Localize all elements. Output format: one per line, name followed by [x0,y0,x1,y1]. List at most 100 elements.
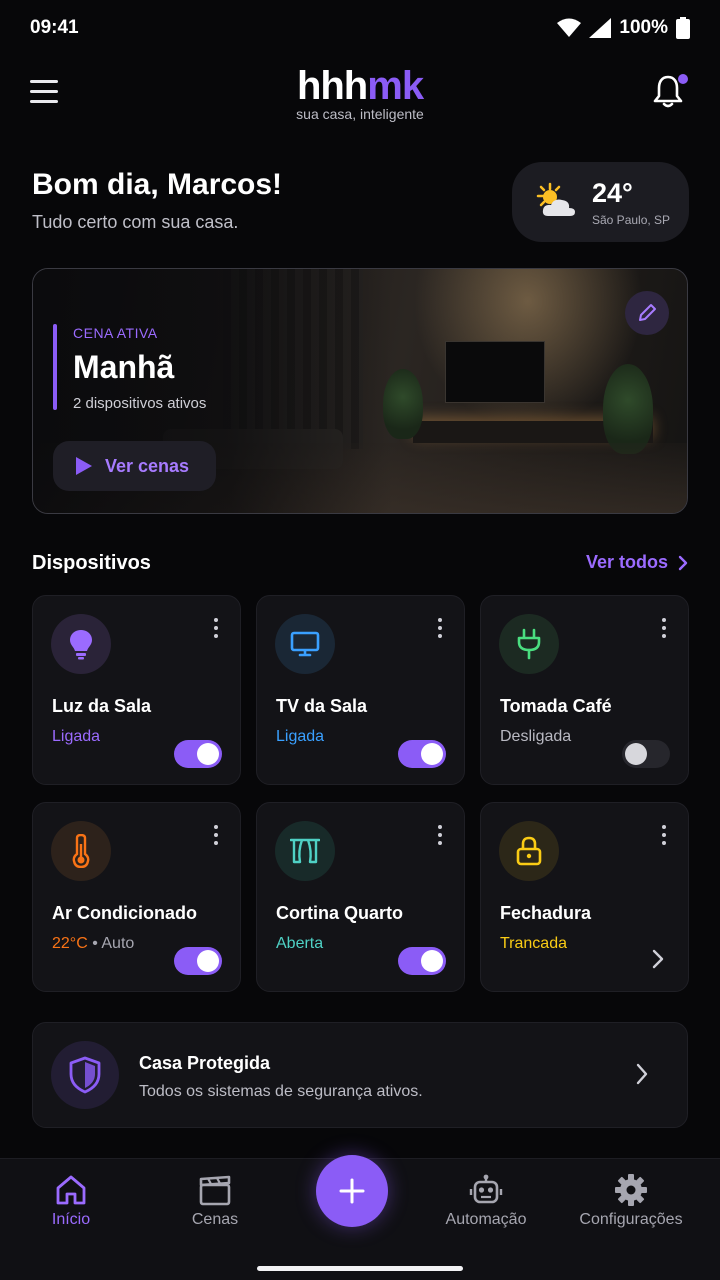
nav-label: Configurações [579,1211,683,1228]
device-toggle[interactable] [174,947,222,975]
logo-part1: hhh [296,64,368,108]
device-icon-wrap [499,821,559,881]
active-scene-card[interactable]: CENA ATIVA Manhã 2 dispositivos ativos V… [32,268,688,514]
devices-header: Dispositivos Ver todos [32,552,688,578]
chevron-right-icon [636,1063,648,1085]
wifi-icon [557,18,582,37]
thermometer-icon [72,834,90,868]
nav-item-cenas[interactable]: Cenas [140,1173,290,1229]
weather-info: 24° São Paulo, SP [592,178,670,227]
device-card-cortina-quarto[interactable]: Cortina Quarto Aberta [256,802,465,992]
device-more-button[interactable] [214,618,220,642]
nav-label: Cenas [191,1211,239,1228]
scene-accent-bar [53,324,57,410]
scene-image-tv [445,341,545,403]
device-name: Ar Condicionado [52,903,197,923]
device-status: Trancada [500,935,567,952]
logo-tagline: sua casa, inteligente [296,106,424,122]
device-card-tv-da-sala[interactable]: TV da Sala Ligada [256,595,465,785]
device-status: 22°C [52,935,88,952]
device-icon-wrap [51,821,111,881]
view-all-label: Ver todos [585,552,668,572]
edit-scene-button[interactable] [625,291,669,335]
scene-devices-count: 2 dispositivos ativos [73,395,207,412]
device-more-button[interactable] [438,825,444,849]
view-all-link[interactable]: Ver todos [586,552,688,573]
view-scenes-button[interactable]: Ver cenas [53,441,216,491]
home-icon [56,1175,86,1205]
device-icon-wrap [499,614,559,674]
nav-label: Automação [445,1211,527,1228]
weather-temperature: 24° [592,177,633,208]
device-toggle[interactable] [398,740,446,768]
security-icon-wrap [51,1041,119,1109]
device-card-ar-condicionado[interactable]: Ar Condicionado 22°C • Auto [32,802,241,992]
device-icon-wrap [275,821,335,881]
device-name: TV da Sala [276,696,368,716]
status-bar: 09:41 100% [0,0,720,56]
device-status-extra: • Auto [92,935,135,952]
security-card[interactable]: Casa Protegida Todos os sistemas de segu… [32,1022,688,1128]
greeting: Bom dia, Marcos! Tudo certo com sua casa… [32,168,282,233]
device-name: Tomada Café [500,696,612,716]
signal-icon [589,18,612,38]
view-scenes-label: Ver cenas [105,455,190,476]
nav-item-configuracoes[interactable]: Configurações [556,1173,706,1229]
bottom-nav: Início Cenas Automação Configurações [0,1155,720,1280]
lock-icon [516,836,542,866]
device-more-button[interactable] [214,825,220,849]
gear-icon [615,1174,647,1206]
device-card-fechadura[interactable]: Fechadura Trancada [480,802,689,992]
device-name: Luz da Sala [52,696,152,716]
device-status: Desligada [500,728,572,745]
weather-widget[interactable]: 24° São Paulo, SP [512,162,689,242]
plug-icon [517,628,541,660]
status-time: 09:41 [30,17,79,38]
device-more-button[interactable] [438,618,444,642]
pencil-icon [639,304,656,321]
chevron-right-icon [678,555,688,570]
security-title: Casa Protegida [139,1053,271,1073]
chevron-right-icon[interactable] [652,949,664,969]
nav-item-inicio[interactable]: Início [0,1173,146,1229]
device-card-luz-da-sala[interactable]: Luz da Sala Ligada [32,595,241,785]
device-status: Ligada [52,728,101,745]
nav-item-automacao[interactable]: Automação [411,1173,561,1229]
app-logo: hhhmk sua casa, inteligente [0,64,720,122]
scene-name: Manhã [73,349,175,385]
partly-cloudy-icon [536,182,575,216]
device-more-button[interactable] [662,825,668,849]
robot-icon [469,1174,503,1204]
device-name: Cortina Quarto [276,903,404,923]
device-toggle[interactable] [174,740,222,768]
device-more-button[interactable] [662,618,668,642]
device-card-tomada-cafe[interactable]: Tomada Café Desligada [480,595,689,785]
plus-icon [339,1178,365,1204]
device-icon-wrap [51,614,111,674]
device-status-wrap: 22°C • Auto [52,935,134,953]
weather-city: São Paulo, SP [592,212,671,227]
add-button[interactable] [316,1155,388,1227]
notifications-button[interactable] [652,74,688,110]
play-icon [76,457,92,475]
device-name: Fechadura [500,903,592,923]
lightbulb-icon [70,630,92,660]
greeting-subtitle: Tudo certo com sua casa. [32,212,239,232]
device-status: Aberta [276,935,324,952]
nav-label: Início [51,1211,91,1228]
logo-part2: mk [367,64,424,108]
notification-dot [678,74,688,84]
scene-label: CENA ATIVA [73,325,158,341]
battery-percent: 100% [619,17,668,38]
home-indicator[interactable] [257,1266,463,1271]
curtain-icon [290,838,320,864]
app-bar: hhhmk sua casa, inteligente [0,62,720,132]
security-subtitle: Todos os sistemas de segurança ativos. [139,1083,423,1100]
device-toggle[interactable] [622,740,670,768]
status-right: 100% [557,17,690,39]
scene-image-plant [603,364,653,454]
device-toggle[interactable] [398,947,446,975]
device-status: Ligada [276,728,325,745]
devices-title: Dispositivos [32,552,151,574]
battery-icon [676,17,690,39]
